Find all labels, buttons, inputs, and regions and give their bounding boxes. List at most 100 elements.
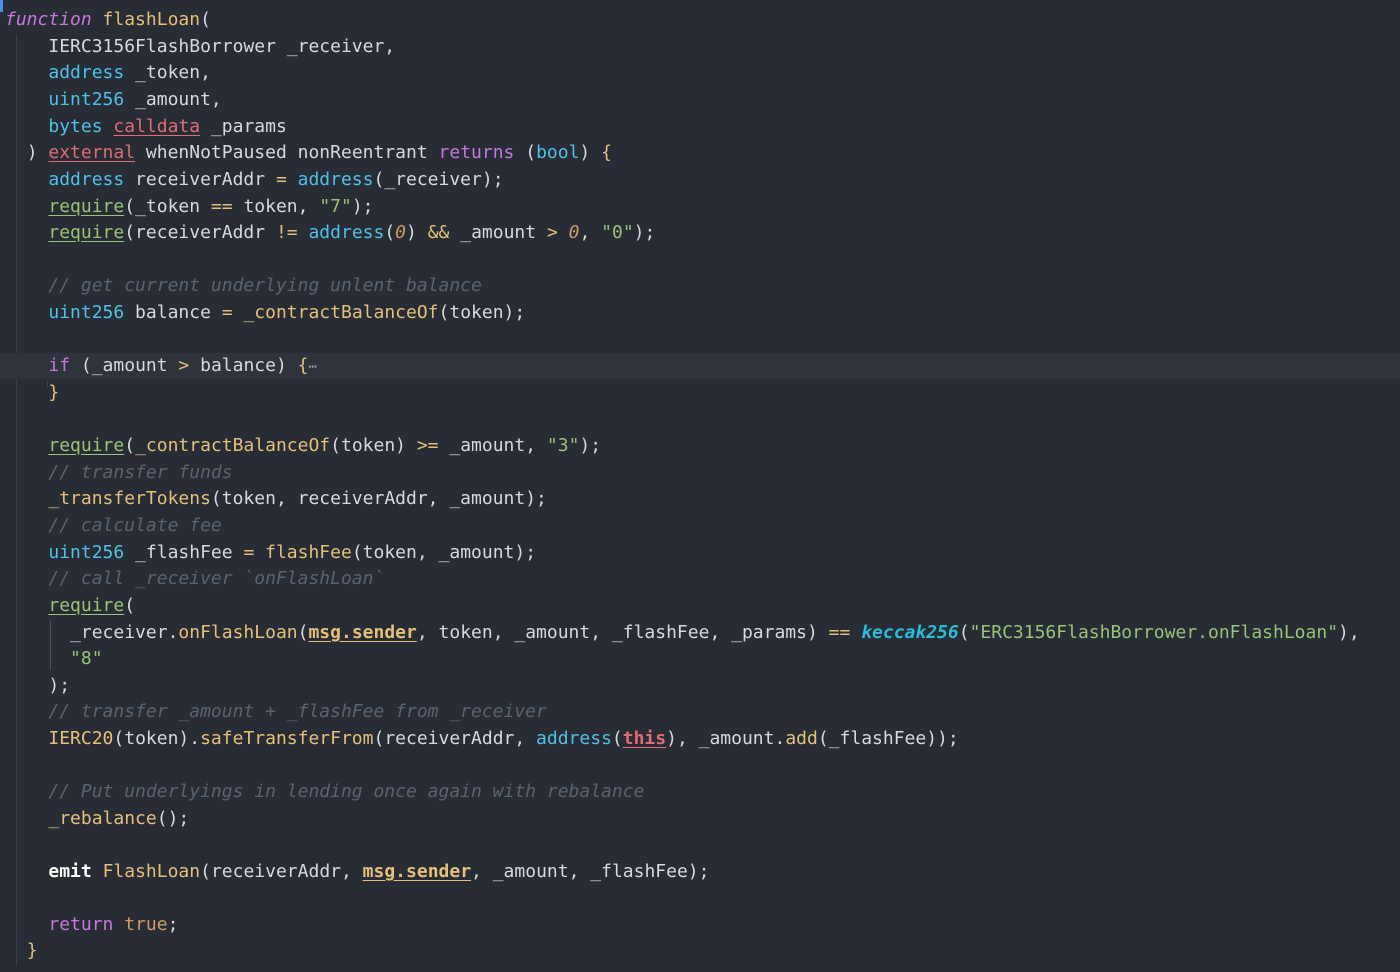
code-line[interactable]: _rebalance(); [5,806,1395,832]
number: 0 [568,222,580,243]
brace: { [297,355,309,376]
punctuation: ) [579,142,602,163]
code-line[interactable]: require(_contractBalanceOf(token) >= _am… [5,433,1395,459]
code-line[interactable]: // calculate fee [5,513,1395,539]
code-line[interactable]: uint256 _flashFee = flashFee(token, _amo… [5,540,1395,566]
expression: balance) [189,355,298,376]
modifier-error: external [48,142,136,163]
expression: , _amount, _flashFee); [471,861,710,882]
code-line[interactable]: _receiver.onFlashLoan(msg.sender, token,… [5,620,1395,646]
string: "ERC3156FlashBorrower.onFlashLoan" [969,622,1339,643]
function-call: _rebalance [48,808,157,829]
function-name: flashLoan [102,9,201,30]
code-line[interactable]: } [5,380,1395,406]
operator: == [828,622,851,643]
msg-sender: msg.sender [308,622,417,643]
type: uint256 [48,542,125,563]
code-line[interactable]: "8" [5,646,1395,672]
expression: _receiver. [70,622,179,643]
code-line[interactable]: uint256 _amount, [5,87,1395,113]
punctuation: ); [579,435,602,456]
code-line[interactable]: // call _receiver `onFlashLoan` [5,566,1395,592]
keyword: function [5,9,92,30]
function-call: _contractBalanceOf [243,302,439,323]
string: "0" [601,222,634,243]
punctuation: ( [384,222,396,243]
expression: ), _amount. [666,728,786,749]
punctuation: ) [406,222,428,243]
keyword: emit [48,861,92,882]
function-call: onFlashLoan [178,622,298,643]
keyword: return [48,914,114,935]
function-call: add [785,728,818,749]
expression: (token, receiverAddr, _amount); [210,488,547,509]
brace: } [48,382,60,403]
code-line[interactable]: IERC20(token).safeTransferFrom(receiverA… [5,726,1395,752]
expression: (token) [330,435,417,456]
string: "7" [319,196,352,217]
comment: // calculate fee [48,515,222,536]
operator: = [221,302,233,323]
operator: > [546,222,558,243]
string: "3" [546,435,580,456]
punctuation: ); [351,196,374,217]
code-line[interactable]: } [5,938,1395,964]
code-line[interactable]: require(receiverAddr != address(0) && _a… [5,220,1395,246]
param: _params [200,116,287,137]
operator: != [275,222,298,243]
keyword: if [48,355,71,376]
punctuation: ); [633,222,656,243]
require-call: require [48,196,125,217]
boolean-literal: true [124,914,168,935]
code-line[interactable]: emit FlashLoan(receiverAddr, msg.sender,… [5,859,1395,885]
punctuation: ; [167,914,179,935]
expression: token, [232,196,320,217]
keyword: returns [438,142,515,163]
code-line[interactable]: ); [5,673,1395,699]
code-line[interactable]: address _token, [5,60,1395,86]
require-call: require [48,595,125,616]
code-line[interactable]: function flashLoan( [5,7,1395,33]
expression: (_flashFee)); [817,728,959,749]
code-line[interactable]: bytes calldata _params [5,114,1395,140]
type: uint256 [48,89,125,110]
param: _token, [124,62,211,83]
expression: (receiverAddr, [200,861,363,882]
operator: = [243,542,255,563]
punctuation: (); [156,808,190,829]
code-line[interactable]: // Put underlyings in lending once again… [5,779,1395,805]
code-editor[interactable]: function flashLoan( IERC3156FlashBorrowe… [0,0,1400,972]
require-call: require [48,222,125,243]
code-line[interactable]: // get current underlying unlent balance [5,273,1395,299]
code-line[interactable]: IERC3156FlashBorrower _receiver, [5,34,1395,60]
fold-ellipsis-icon[interactable]: ⋯ [308,359,316,375]
type: address [48,169,125,190]
cursor-marker [0,0,3,12]
punctuation: ) [26,142,49,163]
modifiers: whenNotPaused nonReentrant [135,142,439,163]
comment: // transfer _amount + _flashFee from _re… [48,701,547,722]
code-line[interactable]: uint256 balance = _contractBalanceOf(tok… [5,300,1395,326]
expression: _amount [449,222,547,243]
code-line[interactable]: return true; [5,912,1395,938]
code-line-highlighted[interactable]: if (_amount > balance) {⋯ [0,353,1400,379]
type: address [536,728,612,749]
code-line[interactable]: // transfer _amount + _flashFee from _re… [5,699,1395,725]
code-line[interactable]: address receiverAddr = address(_receiver… [5,167,1395,193]
code-line[interactable]: _transferTokens(token, receiverAddr, _am… [5,486,1395,512]
code-line[interactable]: require(_token == token, "7"); [5,194,1395,220]
operator: == [210,196,233,217]
code-line[interactable]: require( [5,593,1395,619]
identifier: receiverAddr [124,169,276,190]
code-line[interactable]: // transfer funds [5,460,1395,486]
code-line[interactable]: ) external whenNotPaused nonReentrant re… [5,140,1395,166]
this-keyword: this [622,728,667,749]
function-call: _contractBalanceOf [135,435,331,456]
expression: (token, _amount); [351,542,537,563]
brace: } [26,940,38,961]
